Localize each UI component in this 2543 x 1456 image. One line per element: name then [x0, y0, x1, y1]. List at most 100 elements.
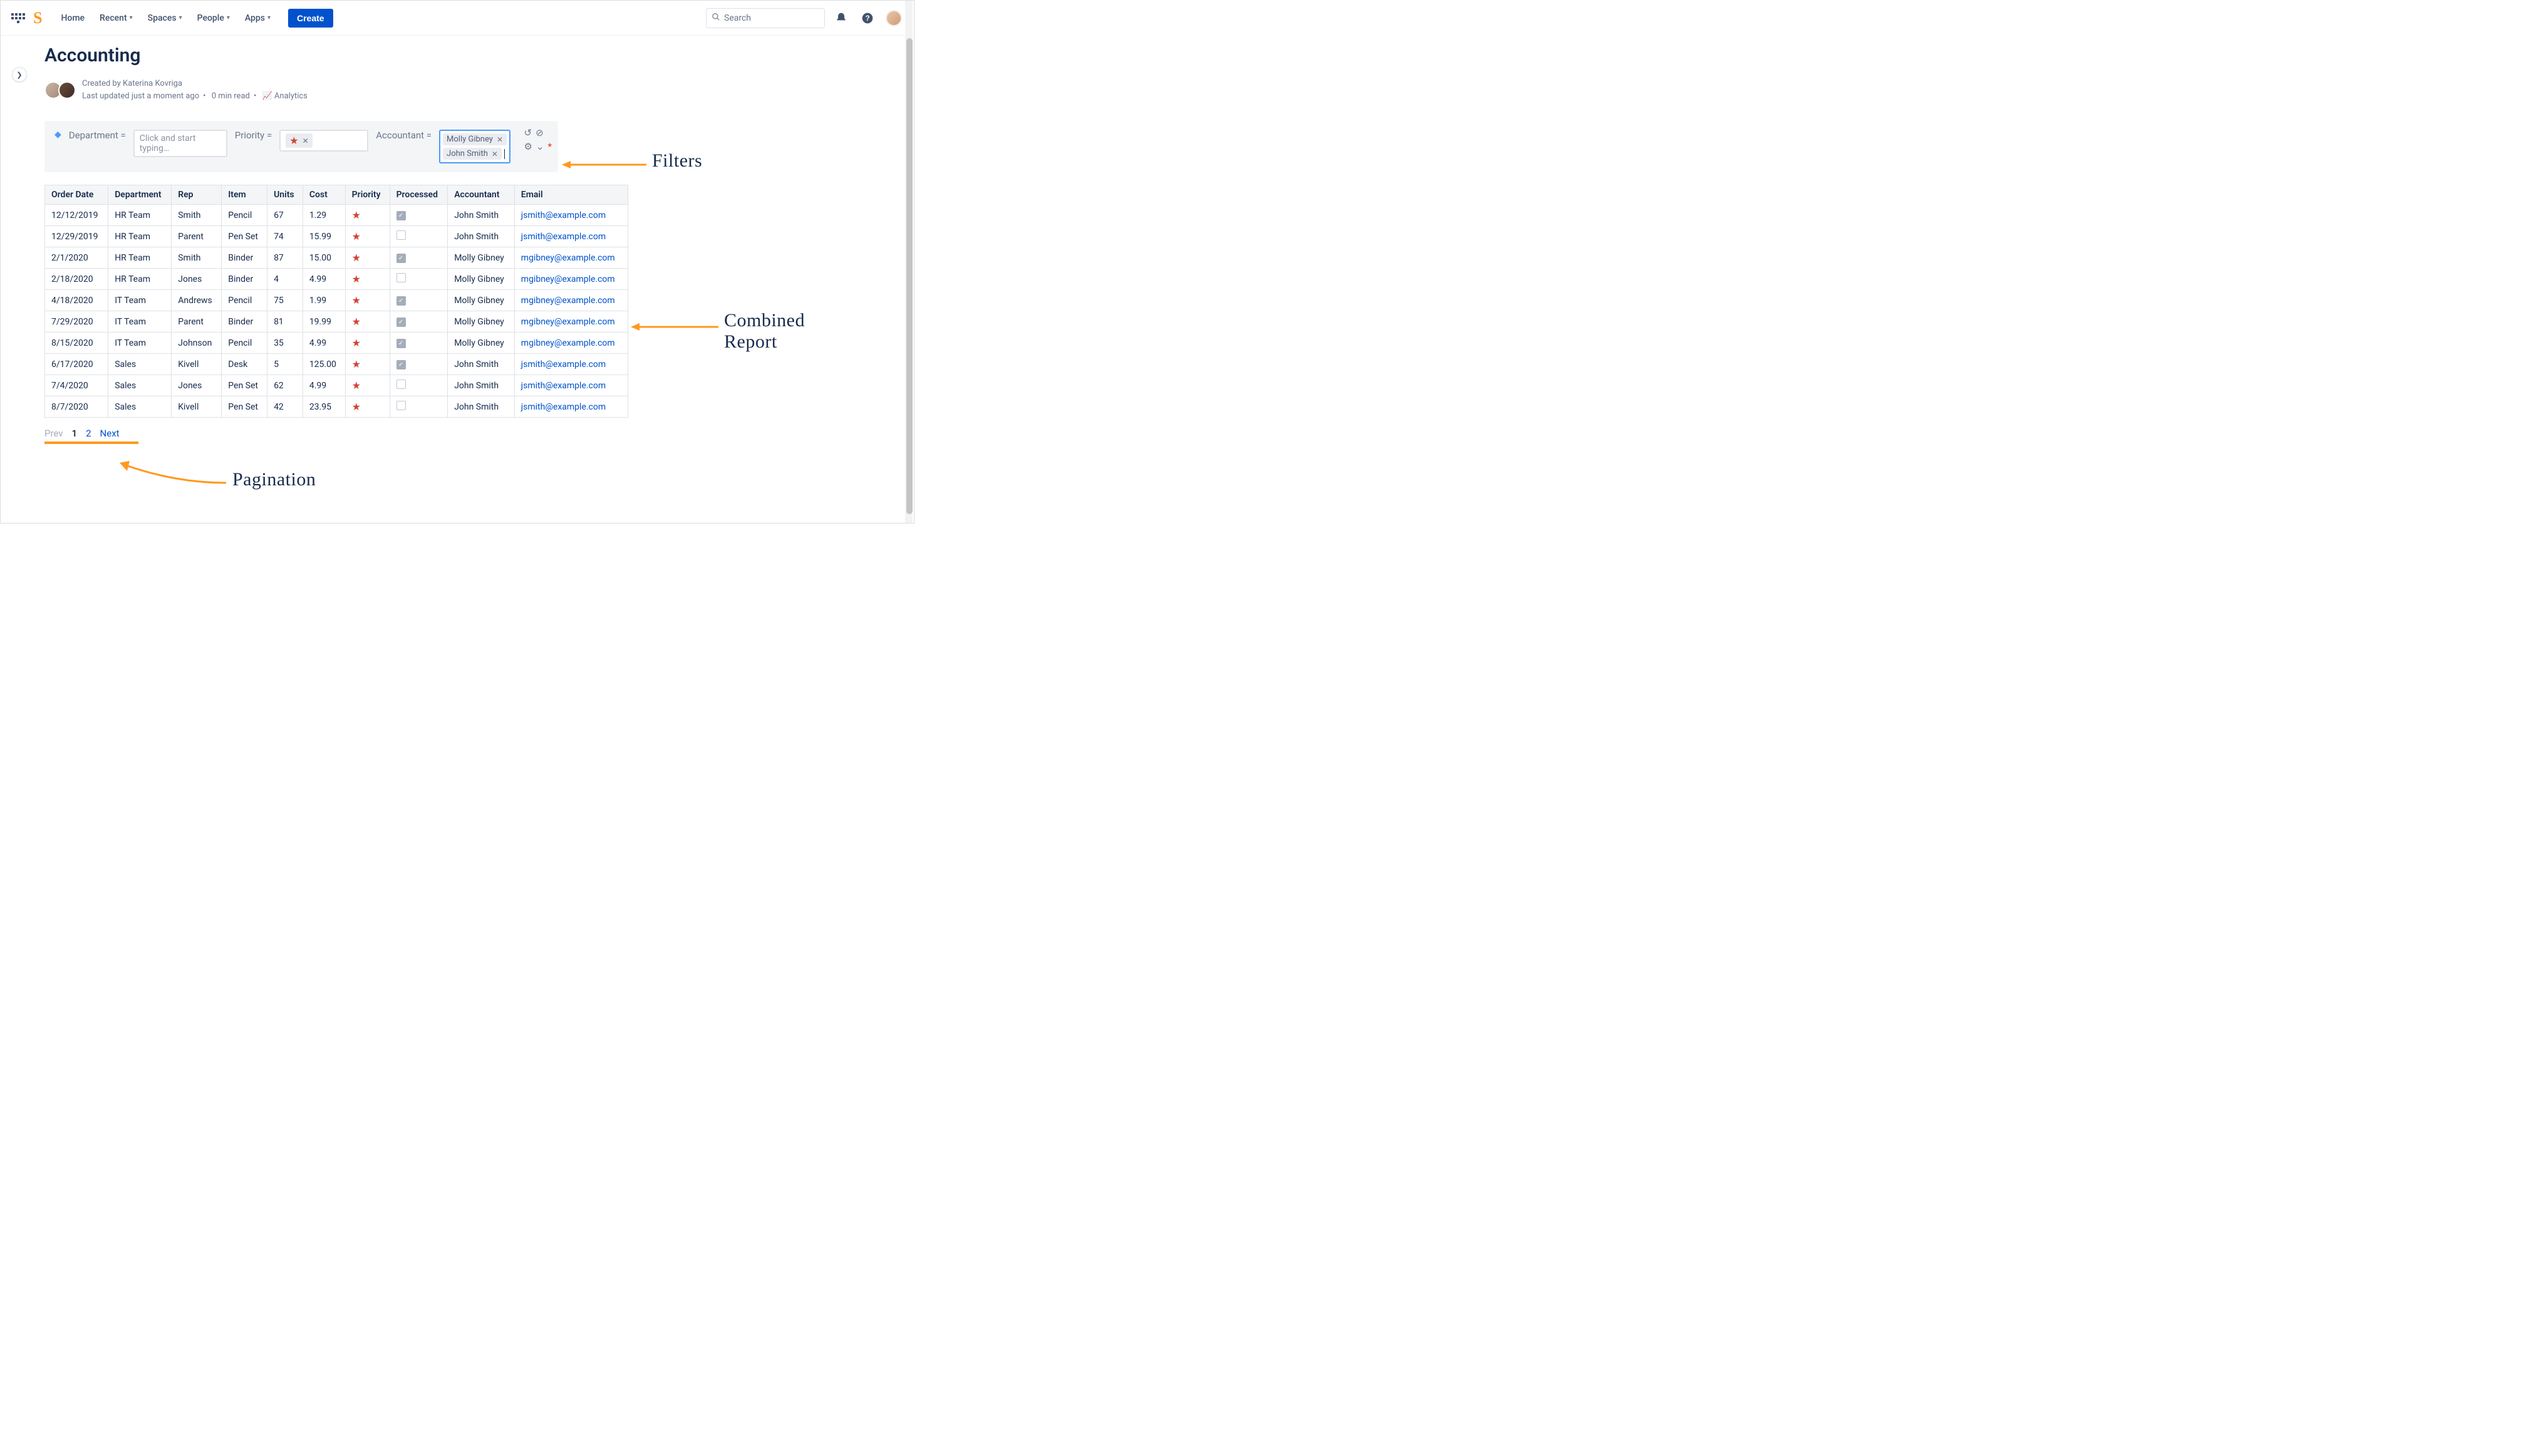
column-header: Item — [222, 185, 267, 205]
undo-icon[interactable]: ↺ — [524, 127, 532, 138]
column-header: Email — [514, 185, 628, 205]
accountant-cell: John Smith — [448, 396, 515, 418]
processed-checkbox[interactable] — [396, 273, 406, 282]
column-header: Department — [108, 185, 172, 205]
filter-accountant-input[interactable]: Molly Gibney✕ John Smith✕ — [439, 130, 510, 163]
star-icon: ★ — [352, 337, 361, 349]
processed-checkbox[interactable]: ✓ — [396, 339, 406, 348]
processed-checkbox[interactable] — [396, 379, 406, 389]
cancel-icon[interactable]: ⊘ — [536, 127, 544, 138]
analytics-link[interactable]: Analytics — [274, 91, 308, 101]
filter-priority-chip[interactable]: ★✕ — [286, 133, 312, 148]
table-cell: Pen Set — [222, 375, 267, 396]
priority-cell: ★ — [345, 354, 390, 375]
table-cell: Sales — [108, 375, 172, 396]
table-cell: Johnson — [172, 333, 222, 354]
table-cell: Binder — [222, 247, 267, 269]
email-link[interactable]: mgibney@example.com — [521, 296, 615, 306]
processed-checkbox[interactable]: ✓ — [396, 360, 406, 369]
remove-chip-icon[interactable]: ✕ — [492, 150, 498, 158]
priority-cell: ★ — [345, 290, 390, 311]
table-cell: Sales — [108, 354, 172, 375]
notifications-icon[interactable] — [831, 8, 851, 28]
email-cell: mgibney@example.com — [514, 247, 628, 269]
star-icon: ★ — [352, 358, 361, 370]
remove-chip-icon[interactable]: ✕ — [497, 135, 503, 144]
table-cell: Jones — [172, 375, 222, 396]
text-cursor — [504, 149, 505, 159]
table-cell: 6/17/2020 — [45, 354, 108, 375]
table-row: 8/15/2020IT TeamJohnsonPencil354.99★✓Mol… — [45, 333, 628, 354]
table-row: 8/7/2020SalesKivellPen Set4223.95★John S… — [45, 396, 628, 418]
nav-home[interactable]: Home — [54, 9, 91, 27]
processed-checkbox[interactable]: ✓ — [396, 211, 406, 220]
table-row: 7/29/2020IT TeamParentBinder8119.99★✓Mol… — [45, 311, 628, 333]
priority-cell: ★ — [345, 226, 390, 247]
priority-cell: ★ — [345, 247, 390, 269]
email-link[interactable]: jsmith@example.com — [521, 359, 606, 369]
processed-checkbox[interactable]: ✓ — [396, 318, 406, 327]
processed-cell: ✓ — [390, 311, 448, 333]
nav-spaces[interactable]: Spaces▾ — [142, 9, 189, 27]
help-icon[interactable]: ? — [857, 8, 878, 28]
filter-accountant-chip[interactable]: Molly Gibney✕ — [443, 133, 507, 145]
star-icon: ★ — [352, 209, 361, 221]
star-icon: ★ — [352, 273, 361, 285]
email-link[interactable]: mgibney@example.com — [521, 317, 615, 327]
profile-avatar[interactable] — [884, 8, 904, 28]
processed-checkbox[interactable] — [396, 401, 406, 410]
filter-priority-input[interactable]: ★✕ — [279, 130, 368, 152]
processed-checkbox[interactable]: ✓ — [396, 296, 406, 306]
table-cell: Pencil — [222, 205, 267, 226]
remove-chip-icon[interactable]: ✕ — [303, 137, 309, 145]
table-cell: 5 — [267, 354, 303, 375]
table-cell: 67 — [267, 205, 303, 226]
search-icon — [712, 13, 720, 24]
table-cell: IT Team — [108, 333, 172, 354]
processed-cell: ✓ — [390, 290, 448, 311]
column-header: Processed — [390, 185, 448, 205]
table-cell: Binder — [222, 269, 267, 290]
pagination-page-2[interactable]: 2 — [86, 428, 91, 439]
email-link[interactable]: jsmith@example.com — [521, 381, 606, 391]
table-cell: Kivell — [172, 396, 222, 418]
pagination-next[interactable]: Next — [100, 428, 120, 439]
product-logo[interactable]: S — [33, 9, 42, 28]
email-link[interactable]: mgibney@example.com — [521, 274, 615, 284]
nav-people[interactable]: People▾ — [191, 9, 236, 27]
app-switcher-icon[interactable] — [11, 11, 26, 26]
nav-apps[interactable]: Apps▾ — [239, 9, 277, 27]
table-cell: HR Team — [108, 269, 172, 290]
table-row: 6/17/2020SalesKivellDesk5125.00★✓John Sm… — [45, 354, 628, 375]
chevron-down-icon[interactable]: ⌄ — [536, 141, 544, 152]
filter-priority-label: Priority = — [235, 130, 272, 141]
required-asterisk: * — [548, 141, 552, 152]
column-header: Accountant — [448, 185, 515, 205]
filter-department-input[interactable]: Click and start typing… — [133, 130, 227, 157]
top-nav: S Home Recent▾ Spaces▾ People▾ Apps▾ Cre… — [1, 1, 914, 36]
priority-cell: ★ — [345, 375, 390, 396]
star-icon: ★ — [352, 294, 361, 306]
accountant-cell: John Smith — [448, 354, 515, 375]
filter-accountant-chip[interactable]: John Smith✕ — [443, 148, 502, 160]
report-table: Order DateDepartmentRepItemUnitsCostPrio… — [44, 185, 628, 418]
processed-cell — [390, 396, 448, 418]
processed-checkbox[interactable]: ✓ — [396, 254, 406, 263]
email-link[interactable]: jsmith@example.com — [521, 232, 606, 242]
filter-diamond-icon: ◆ — [54, 130, 61, 140]
create-button[interactable]: Create — [288, 9, 333, 28]
email-cell: jsmith@example.com — [514, 205, 628, 226]
author-link[interactable]: Katerina Kovriga — [123, 79, 182, 88]
search-input[interactable]: Search — [706, 8, 825, 28]
nav-recent[interactable]: Recent▾ — [93, 9, 139, 27]
email-link[interactable]: mgibney@example.com — [521, 338, 615, 348]
gear-icon[interactable]: ⚙ — [524, 141, 532, 152]
contributor-avatar[interactable] — [58, 81, 76, 99]
table-cell: 4.99 — [303, 375, 345, 396]
star-icon: ★ — [352, 252, 361, 264]
email-link[interactable]: jsmith@example.com — [521, 402, 606, 412]
email-link[interactable]: jsmith@example.com — [521, 210, 606, 220]
processed-checkbox[interactable] — [396, 230, 406, 240]
email-link[interactable]: mgibney@example.com — [521, 253, 615, 263]
table-cell: Pen Set — [222, 226, 267, 247]
